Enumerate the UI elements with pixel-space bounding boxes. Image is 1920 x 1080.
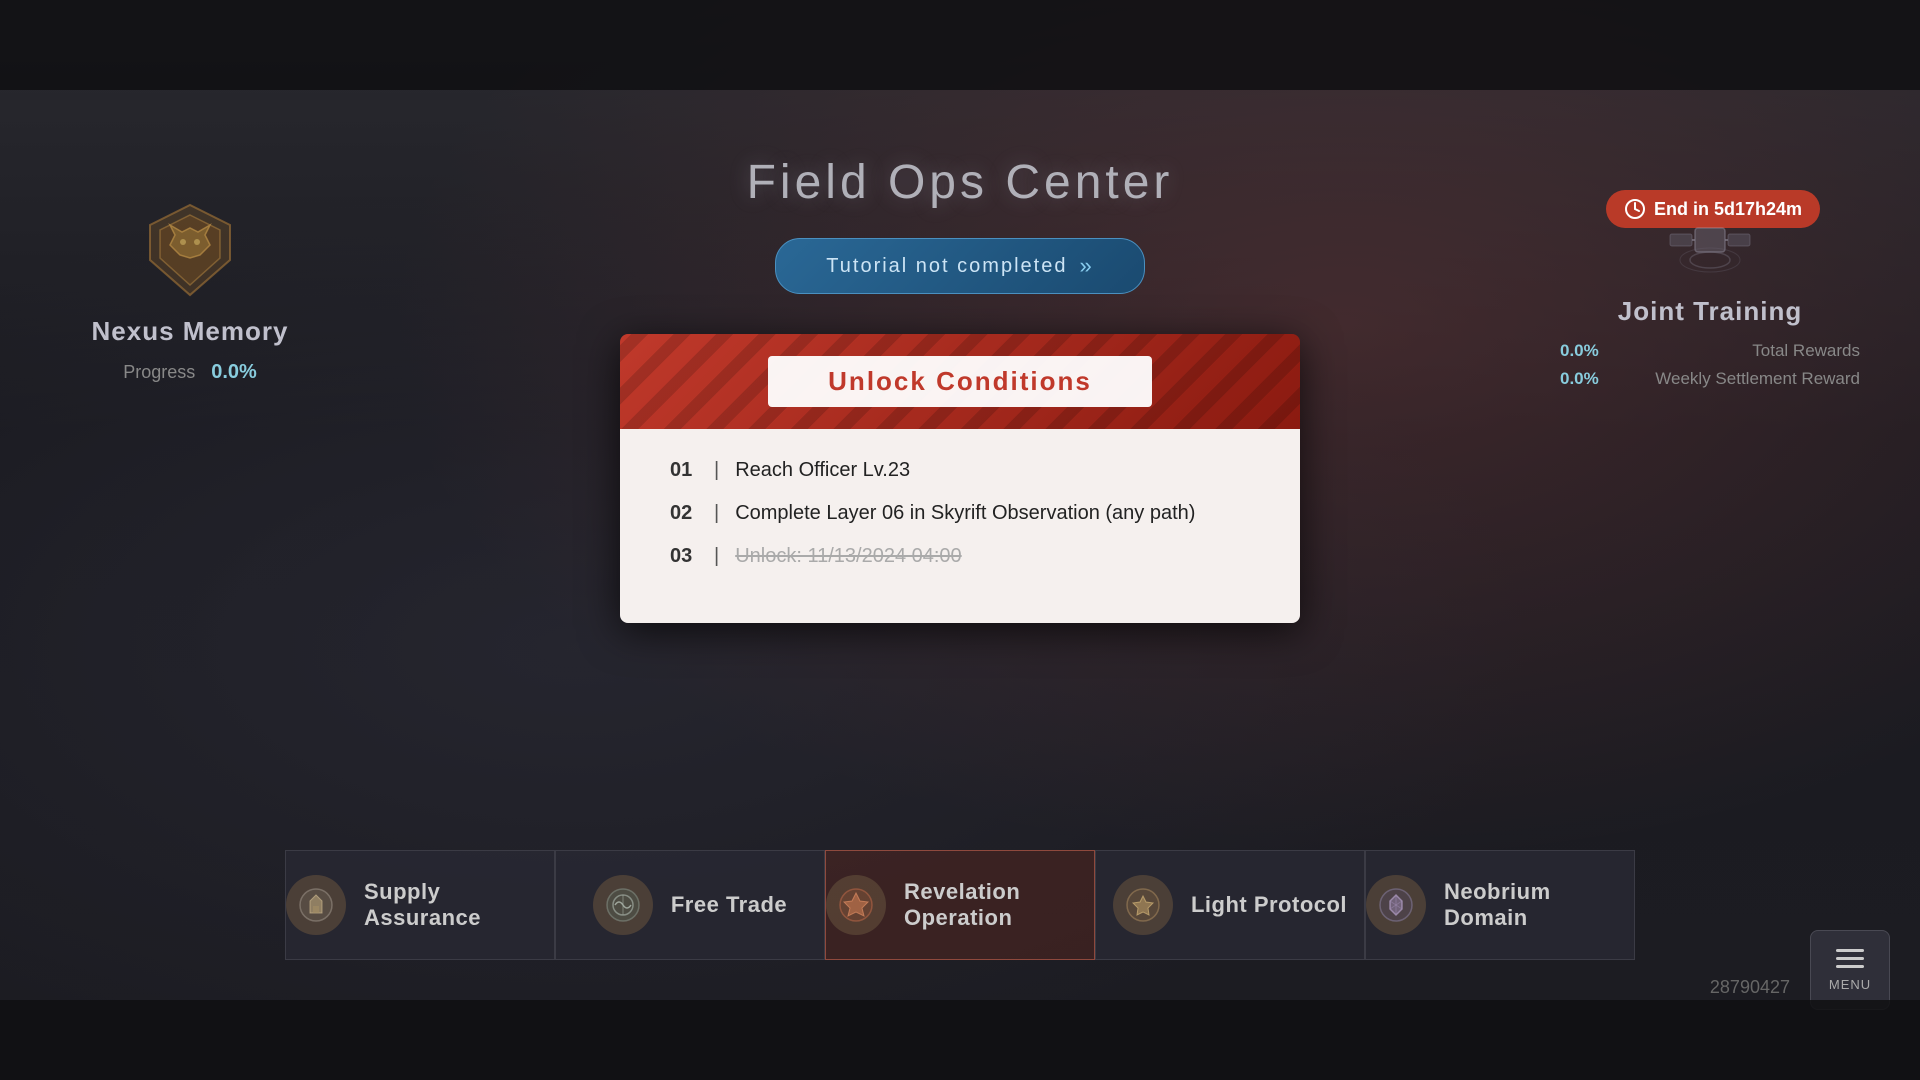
condition-text-2: Complete Layer 06 in Skyrift Observation… bbox=[735, 502, 1195, 525]
condition-sep-1: | bbox=[714, 459, 719, 482]
tutorial-button-label: Tutorial not completed bbox=[826, 255, 1067, 278]
modal-title: Unlock Conditions bbox=[768, 356, 1152, 407]
condition-row-2: 02 | Complete Layer 06 in Skyrift Observ… bbox=[670, 502, 1250, 525]
condition-text-1: Reach Officer Lv.23 bbox=[735, 459, 910, 482]
condition-row-3: 03 | Unlock: 11/13/2024 04:00 bbox=[670, 545, 1250, 568]
unlock-modal: Unlock Conditions 01 | Reach Officer Lv.… bbox=[620, 334, 1300, 623]
modal-body: 01 | Reach Officer Lv.23 02 | Complete L… bbox=[620, 429, 1300, 623]
chevron-icon: » bbox=[1079, 253, 1093, 279]
condition-text-3: Unlock: 11/13/2024 04:00 bbox=[735, 545, 961, 568]
condition-sep-3: | bbox=[714, 545, 719, 568]
condition-num-1: 01 bbox=[670, 459, 698, 482]
modal-header: Unlock Conditions bbox=[620, 334, 1300, 429]
tutorial-button[interactable]: Tutorial not completed » bbox=[775, 238, 1144, 294]
page-title: Field Ops Center bbox=[747, 155, 1174, 210]
condition-num-2: 02 bbox=[670, 502, 698, 525]
condition-sep-2: | bbox=[714, 502, 719, 525]
main-content: Field Ops Center Tutorial not completed … bbox=[0, 0, 1920, 1080]
condition-num-3: 03 bbox=[670, 545, 698, 568]
condition-row-1: 01 | Reach Officer Lv.23 bbox=[670, 459, 1250, 482]
